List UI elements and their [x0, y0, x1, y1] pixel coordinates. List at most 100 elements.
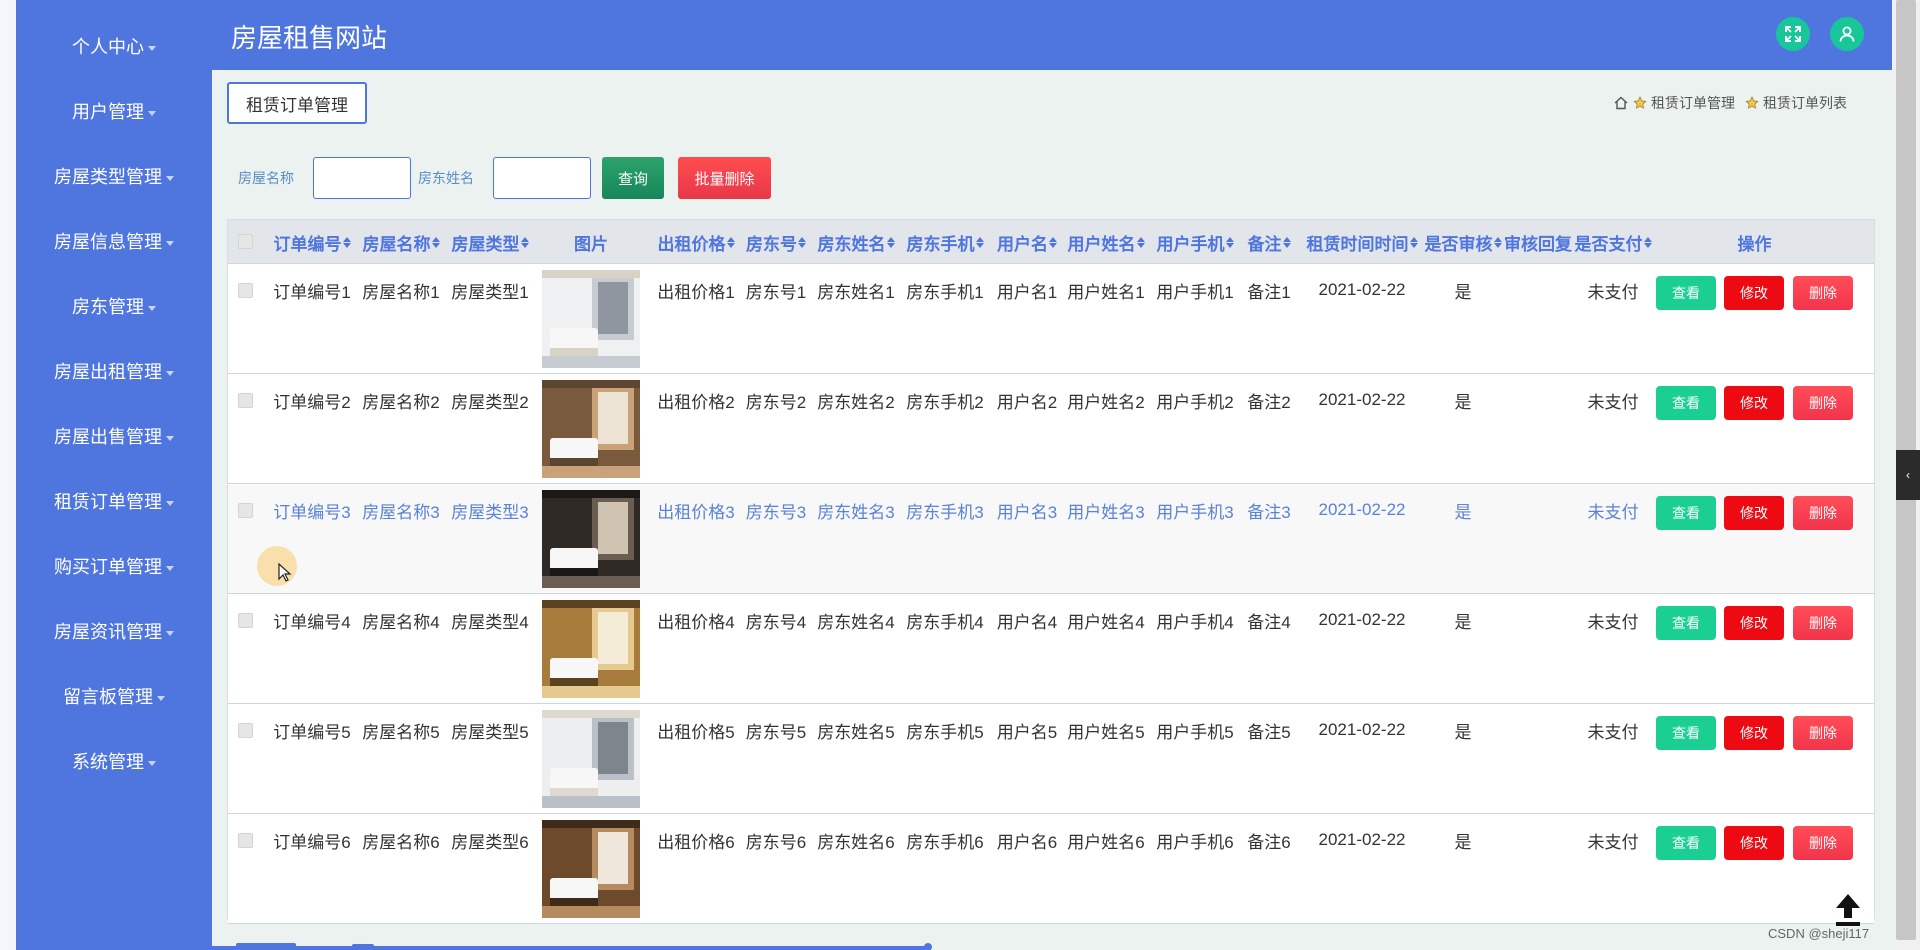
sidebar-item-house-type-management[interactable]: 房屋类型管理 [16, 156, 212, 196]
row-checkbox[interactable] [238, 833, 253, 848]
edit-button[interactable]: 修改 [1724, 276, 1784, 310]
sort-icon[interactable] [1049, 236, 1057, 248]
sidebar-item-house-info-management[interactable]: 房屋信息管理 [16, 221, 212, 261]
col-order-no[interactable]: 订单编号 [272, 220, 352, 264]
sort-icon[interactable] [1409, 236, 1418, 248]
sort-icon[interactable] [798, 236, 806, 248]
view-button[interactable]: 查看 [1656, 386, 1716, 420]
col-house-type[interactable]: 房屋类型 [450, 220, 530, 264]
col-rent-price[interactable]: 出租价格 [656, 220, 736, 264]
cell-user-fullname: 用户姓名6 [1067, 832, 1145, 852]
view-button[interactable]: 查看 [1656, 826, 1716, 860]
house-photo[interactable] [542, 710, 640, 808]
user-menu-button[interactable] [1830, 17, 1864, 51]
cell-is-paid: 未支付 [1587, 502, 1639, 522]
table-row[interactable]: 订单编号5 房屋名称5 房屋类型5 出租价格5 房东号5 房东姓名5 房东手机5 用户名5 用户… [228, 705, 1874, 814]
row-checkbox[interactable] [238, 503, 253, 518]
house-photo[interactable] [542, 600, 640, 698]
cell-remark: 备注2 [1247, 392, 1291, 412]
sort-icon[interactable] [886, 236, 895, 248]
table-row[interactable]: 订单编号1 房屋名称1 房屋类型1 出租价格1 房东号1 房东姓名1 房东手机1 用户名1 用户… [228, 265, 1874, 374]
cell-remark: 备注6 [1247, 832, 1291, 852]
delete-button[interactable]: 删除 [1793, 826, 1853, 860]
sidebar-item-purchase-order-management[interactable]: 购买订单管理 [16, 546, 212, 586]
col-lease-time[interactable]: 租赁时间时间 [1301, 220, 1423, 264]
col-is-paid[interactable]: 是否支付 [1574, 220, 1652, 264]
sort-icon[interactable] [431, 236, 440, 248]
sidebar-item-user-management[interactable]: 用户管理 [16, 91, 212, 131]
view-button[interactable]: 查看 [1656, 496, 1716, 530]
row-checkbox[interactable] [238, 283, 253, 298]
edit-button[interactable]: 修改 [1724, 716, 1784, 750]
table-row[interactable]: 订单编号4 房屋名称4 房屋类型4 出租价格4 房东号4 房东姓名4 房东手机4 用户名4 用户… [228, 595, 1874, 704]
sidebar-item-landlord-management[interactable]: 房东管理 [16, 286, 212, 326]
sort-icon[interactable] [975, 236, 984, 248]
delete-button[interactable]: 删除 [1793, 276, 1853, 310]
query-button[interactable]: 查询 [602, 157, 664, 199]
sidebar-item-message-board-management[interactable]: 留言板管理 [16, 676, 212, 716]
house-photo[interactable] [542, 380, 640, 478]
col-landlord-phone[interactable]: 房东手机 [905, 220, 985, 264]
col-landlord-no[interactable]: 房东号 [744, 220, 808, 264]
side-toggle-tab[interactable]: ‹ [1896, 450, 1920, 500]
edit-button[interactable]: 修改 [1724, 386, 1784, 420]
sidebar-item-lease-order-management[interactable]: 租赁订单管理 [16, 481, 212, 521]
col-username[interactable]: 用户名 [996, 220, 1058, 264]
delete-button[interactable]: 删除 [1793, 606, 1853, 640]
sidebar-item-sale-management[interactable]: 房屋出售管理 [16, 416, 212, 456]
house-name-input[interactable] [313, 157, 411, 199]
cell-landlord-name: 房东姓名6 [817, 832, 895, 852]
breadcrumb-item[interactable]: 租赁订单管理 [1651, 93, 1735, 113]
edit-button[interactable]: 修改 [1724, 826, 1784, 860]
sort-icon[interactable] [520, 236, 529, 248]
col-is-reviewed[interactable]: 是否审核 [1424, 220, 1502, 264]
sidebar-item-news-management[interactable]: 房屋资讯管理 [16, 611, 212, 651]
arrow-up-icon[interactable] [1832, 890, 1864, 930]
house-photo[interactable] [542, 820, 640, 918]
edit-button[interactable]: 修改 [1724, 496, 1784, 530]
sort-icon[interactable] [726, 236, 735, 248]
sort-icon[interactable] [342, 236, 351, 248]
sort-icon[interactable] [1493, 236, 1502, 248]
cell-review-reply [1504, 277, 1572, 303]
house-photo[interactable] [542, 490, 640, 588]
cell-lease-time: 2021-02-22 [1318, 720, 1406, 739]
sort-icon[interactable] [1643, 236, 1652, 248]
house-photo[interactable] [542, 270, 640, 368]
col-user-phone[interactable]: 用户手机 [1155, 220, 1235, 264]
delete-button[interactable]: 删除 [1793, 496, 1853, 530]
caret-down-icon [166, 565, 174, 571]
sort-icon[interactable] [1225, 236, 1234, 248]
sidebar-item-personal-center[interactable]: 个人中心 [16, 26, 212, 66]
cell-order-no: 订单编号4 [273, 612, 351, 632]
table-row[interactable]: 订单编号2 房屋名称2 房屋类型2 出租价格2 房东号2 房东姓名2 房东手机2 用户名2 用户… [228, 375, 1874, 484]
fullscreen-button[interactable] [1776, 17, 1810, 51]
table-row[interactable]: 订单编号3 房屋名称3 房屋类型3 出租价格3 房东号3 房东姓名3 房东手机3 用户名3 用户… [228, 485, 1874, 594]
cell-remark: 备注3 [1247, 502, 1291, 522]
edit-button[interactable]: 修改 [1724, 606, 1784, 640]
view-button[interactable]: 查看 [1656, 716, 1716, 750]
col-landlord-name[interactable]: 房东姓名 [816, 220, 896, 264]
view-button[interactable]: 查看 [1656, 606, 1716, 640]
delete-button[interactable]: 删除 [1793, 716, 1853, 750]
delete-button[interactable]: 删除 [1793, 386, 1853, 420]
row-checkbox[interactable] [238, 613, 253, 628]
table-row[interactable]: 订单编号6 房屋名称6 房屋类型6 出租价格6 房东号6 房东姓名6 房东手机6 用户名6 用户… [228, 815, 1874, 924]
landlord-name-input[interactable] [493, 157, 591, 199]
row-checkbox[interactable] [238, 393, 253, 408]
sidebar-item-system-management[interactable]: 系统管理 [16, 741, 212, 781]
sort-icon[interactable] [1136, 236, 1145, 248]
col-remark[interactable]: 备注 [1246, 220, 1292, 264]
tab-lease-order-management[interactable]: 租赁订单管理 [227, 82, 367, 124]
bottom-scroll-indicator[interactable] [212, 943, 1892, 950]
col-house-name[interactable]: 房屋名称 [361, 220, 441, 264]
row-checkbox[interactable] [238, 723, 253, 738]
view-button[interactable]: 查看 [1656, 276, 1716, 310]
sidebar-item-rental-management[interactable]: 房屋出租管理 [16, 351, 212, 391]
sort-icon[interactable] [1282, 236, 1291, 248]
select-all-checkbox[interactable] [238, 234, 253, 249]
cell-user-phone: 用户手机1 [1156, 282, 1234, 302]
col-user-fullname[interactable]: 用户姓名 [1066, 220, 1146, 264]
batch-delete-button[interactable]: 批量删除 [678, 157, 771, 199]
home-icon[interactable] [1613, 95, 1629, 111]
